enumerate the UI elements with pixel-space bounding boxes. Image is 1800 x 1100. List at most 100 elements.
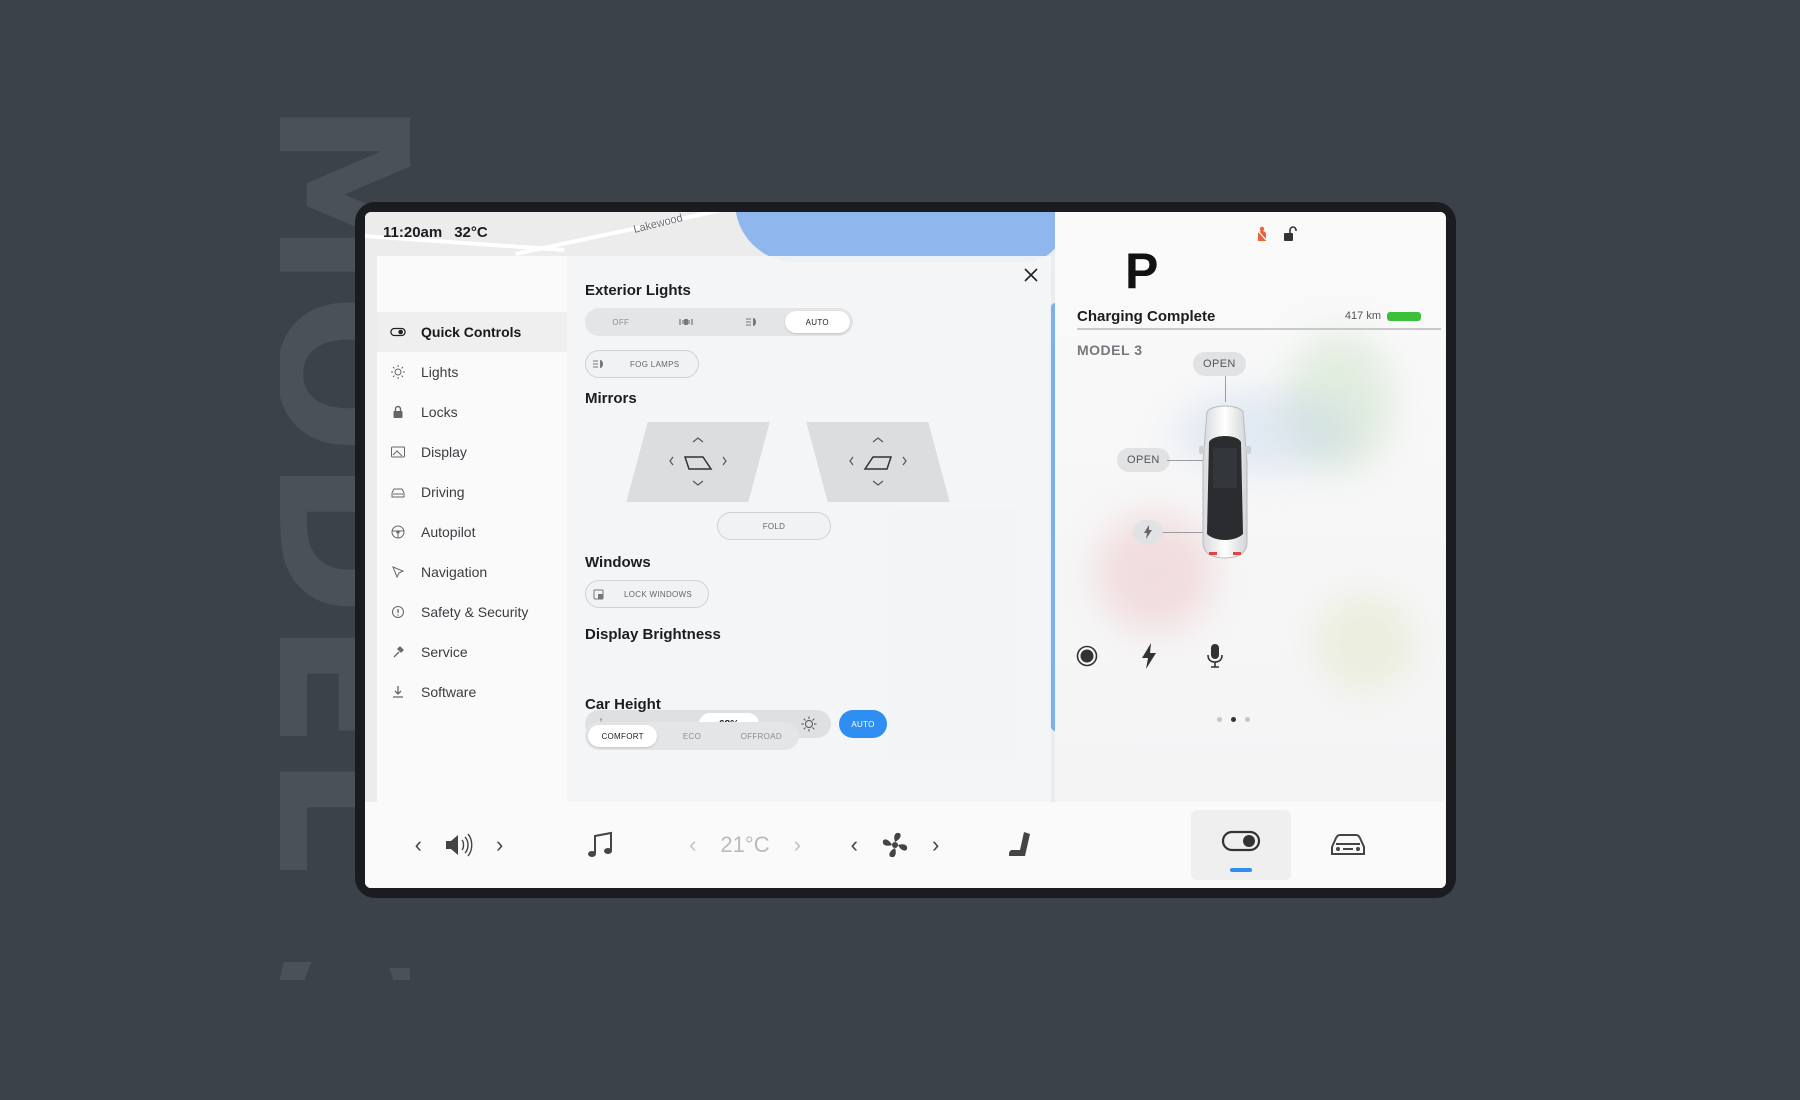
dashcam-button[interactable] [1071,640,1103,672]
car-height-offroad[interactable]: OFFROAD [727,725,796,747]
display-icon [389,443,407,461]
right-mirror-icon [849,437,907,486]
car-button[interactable] [1323,802,1373,888]
page-indicator [1217,717,1250,722]
fan-up-chevron-icon[interactable]: › [932,832,939,858]
volume-down-chevron-icon[interactable]: ‹ [415,832,422,858]
menu-item-label: Locks [421,404,458,420]
fold-mirrors-button[interactable]: FOLD [717,512,831,540]
menu-item-locks[interactable]: Locks [377,392,567,432]
bottom-dock: ‹ › ‹ 21°C › ‹ › [365,802,1445,888]
menu-item-display[interactable]: Display [377,432,567,472]
fog-lamps-button[interactable]: FOG LAMPS [585,350,699,378]
microphone-icon [1207,644,1223,668]
close-button[interactable] [1019,263,1043,287]
voice-command-button[interactable] [1199,640,1231,672]
steering-wheel-icon [389,523,407,541]
lightning-bolt-icon [1142,643,1156,669]
exterior-lights-selector[interactable]: OFF AUTO [585,308,853,336]
display-brightness-title: Display Brightness [585,626,721,643]
menu-item-label: Safety & Security [421,604,529,620]
menu-item-quick-controls[interactable]: Quick Controls [377,312,567,352]
menu-item-lights[interactable]: Lights [377,352,567,392]
exterior-lights-title: Exterior Lights [585,282,691,299]
menu-item-driving[interactable]: Driving [377,472,567,512]
charging-button[interactable] [1133,640,1165,672]
range-value: 417 km [1344,310,1381,322]
menu-item-label: Driving [421,484,465,500]
volume-up-chevron-icon[interactable]: › [496,832,503,858]
parking-lights-icon [679,319,693,325]
touchscreen-device: Lakewood 11:20am 32°C Quick Controls Ligh… [355,202,1456,898]
brightness-auto-button[interactable]: AUTO [839,710,887,738]
media-button[interactable] [575,802,625,888]
mirrors-title: Mirrors [585,390,637,407]
menu-item-service[interactable]: Service [377,632,567,672]
fog-lamp-icon [593,360,603,368]
controls-button[interactable] [1191,802,1291,880]
left-mirror-control[interactable] [626,422,770,502]
settings-menu: Quick Controls Lights Locks Display Driving A… [377,256,567,802]
fan-icon[interactable] [880,830,910,860]
low-beam-option[interactable] [719,311,785,333]
menu-item-software[interactable]: Software [377,672,567,712]
touchscreen: Lakewood 11:20am 32°C Quick Controls Ligh… [365,212,1446,888]
toggle-icon [1221,830,1261,852]
page-dot[interactable] [1245,717,1250,722]
windows-title: Windows [585,554,651,571]
car-height-selector[interactable]: COMFORT ECO OFFROAD [585,722,799,750]
gear-indicator: P [1125,243,1159,299]
outside-temperature: 32°C [454,224,488,241]
lock-icon [389,403,407,421]
car-height-eco[interactable]: ECO [657,725,726,747]
map-label: Lakewood [632,212,684,236]
temp-up-chevron-icon[interactable]: › [794,832,801,858]
menu-item-label: Autopilot [421,524,476,540]
seatbelt-warning-icon [1258,226,1267,241]
sun-icon [389,363,407,381]
left-mirror-icon [669,437,727,486]
speaker-icon[interactable] [444,833,474,857]
lights-off-option[interactable]: OFF [588,311,654,333]
model-name: MODEL 3 [1077,342,1143,358]
navigation-arrow-icon [389,563,407,581]
music-note-icon [588,831,612,857]
fan-down-chevron-icon[interactable]: ‹ [851,832,858,858]
download-icon [389,683,407,701]
brightness-high-icon [801,716,817,732]
temp-down-chevron-icon[interactable]: ‹ [689,832,696,858]
close-icon [1024,268,1038,282]
charging-status-row: Charging Complete 417 km [1077,308,1441,330]
climate-temperature-control: ‹ 21°C › [675,802,815,888]
charge-port-icon [1144,525,1152,539]
charge-port-button[interactable] [1133,520,1163,544]
frunk-open-button[interactable]: OPEN [1193,352,1246,376]
parking-lights-option[interactable] [654,311,720,333]
seat-heater-button[interactable] [995,802,1045,888]
car-front-icon [1331,834,1365,855]
menu-item-safety-security[interactable]: Safety & Security [377,592,567,632]
car-height-title: Car Height [585,696,661,713]
battery-icon [1387,311,1421,321]
menu-item-navigation[interactable]: Navigation [377,552,567,592]
record-icon [1076,645,1098,667]
fan-speed-control: ‹ › [835,802,955,888]
menu-item-autopilot[interactable]: Autopilot [377,512,567,552]
menu-item-label: Service [421,644,468,660]
car-height-comfort[interactable]: COMFORT [588,725,658,747]
volume-control: ‹ › [399,802,519,888]
toggle-icon [389,323,407,341]
unlock-icon[interactable] [1283,226,1297,242]
lights-auto-option[interactable]: AUTO [784,311,850,333]
right-mirror-control[interactable] [806,422,950,502]
menu-item-label: Lights [421,364,459,380]
top-status-icons [1255,226,1297,242]
trunk-open-button[interactable]: OPEN [1117,448,1170,472]
menu-item-label: Quick Controls [421,324,522,340]
lock-windows-button[interactable]: LOCK WINDOWS [585,580,709,608]
page-dot-active[interactable] [1231,717,1236,722]
page-dot[interactable] [1217,717,1222,722]
car-front-icon [389,483,407,501]
quick-controls-panel: Exterior Lights OFF AUTO FOG LAMPS Mirro… [567,256,1051,802]
menu-item-label: Software [421,684,477,700]
